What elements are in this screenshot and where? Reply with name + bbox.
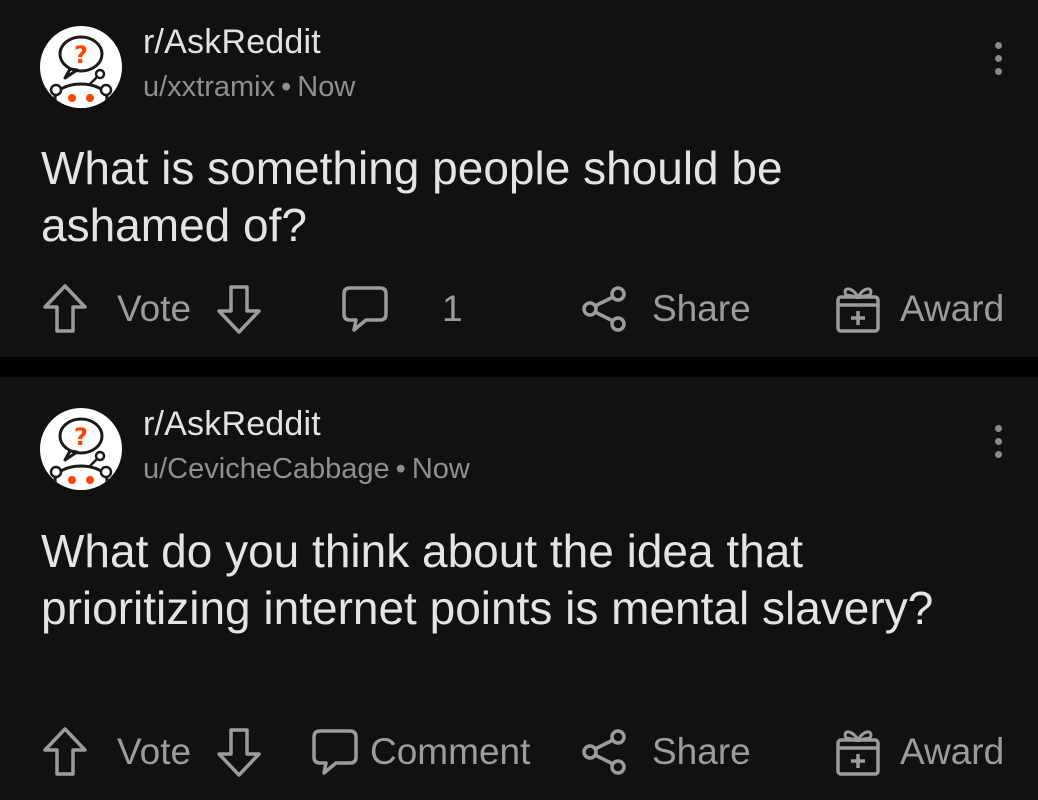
share-button[interactable]: Share: [580, 279, 751, 339]
award-label: Award: [900, 731, 1005, 772]
subreddit-name[interactable]: r/AskReddit: [143, 404, 470, 444]
post-title[interactable]: What do you think about the idea that pr…: [41, 523, 941, 637]
askreddit-snoo-icon[interactable]: ?: [40, 26, 122, 108]
askreddit-snoo-icon[interactable]: ?: [40, 408, 122, 490]
upvote-button[interactable]: [42, 279, 88, 339]
post-byline: u/CevicheCabbage • Now: [143, 452, 470, 486]
post-card[interactable]: ? r/AskReddit u/xxtramix • Now What is som…: [0, 0, 1038, 357]
post-action-bar: Vote Comment Share Award: [0, 722, 1038, 782]
more-vertical-icon: [994, 425, 1002, 432]
more-vertical-icon-dot: [994, 68, 1002, 75]
more-options-button[interactable]: [986, 42, 1010, 86]
upvote-button[interactable]: [42, 722, 88, 782]
comment-button[interactable]: [340, 279, 390, 339]
share-label: Share: [652, 731, 751, 772]
post-meta: r/AskReddit u/CevicheCabbage • Now: [143, 404, 470, 486]
svg-text:?: ?: [74, 41, 88, 69]
more-options-button[interactable]: [986, 425, 1010, 469]
username[interactable]: u/CevicheCabbage: [143, 453, 390, 485]
vote-count: Vote: [117, 731, 192, 772]
more-vertical-icon: [994, 42, 1002, 49]
downvote-button[interactable]: [216, 722, 262, 782]
post-divider: [0, 357, 1038, 377]
comment-button[interactable]: [310, 722, 360, 782]
post-byline: u/xxtramix • Now: [143, 70, 355, 104]
share-label: Share: [652, 288, 751, 329]
more-vertical-icon-dot: [994, 55, 1002, 62]
feed: ? r/AskReddit u/xxtramix • Now What is som…: [0, 0, 1038, 800]
arrow-down-icon: [217, 285, 261, 334]
award-label: Award: [900, 288, 1005, 329]
share-icon: [582, 286, 626, 332]
post-time: Now: [411, 453, 470, 485]
award-button[interactable]: Award: [834, 279, 1004, 339]
svg-text:?: ?: [74, 423, 88, 451]
comment-count[interactable]: 1: [442, 279, 463, 339]
comment-bubble-icon: [342, 286, 388, 332]
byline-separator: •: [395, 453, 406, 485]
award-button[interactable]: Award: [834, 722, 1004, 782]
arrow-down-icon: [217, 728, 261, 777]
gift-icon: [836, 730, 880, 776]
post-meta: r/AskReddit u/xxtramix • Now: [143, 22, 355, 104]
share-icon: [582, 729, 626, 775]
comment-label[interactable]: Comment: [370, 722, 530, 782]
arrow-up-icon: [43, 727, 87, 776]
more-vertical-icon-dot: [994, 451, 1002, 458]
username[interactable]: u/xxtramix: [143, 71, 275, 103]
share-button[interactable]: Share: [580, 722, 751, 782]
post-title[interactable]: What is something people should be asham…: [41, 140, 941, 254]
post-action-bar: Vote 1 Share Award: [0, 279, 1038, 339]
subreddit-name[interactable]: r/AskReddit: [143, 22, 355, 62]
downvote-button[interactable]: [216, 279, 262, 339]
gift-icon: [836, 287, 880, 333]
arrow-up-icon: [43, 284, 87, 333]
vote-count: Vote: [117, 288, 192, 329]
byline-separator: •: [281, 71, 292, 103]
comment-bubble-icon: [312, 729, 358, 775]
more-vertical-icon-dot: [994, 438, 1002, 445]
post-card[interactable]: ? r/AskReddit u/CevicheCabbage • Now What …: [0, 377, 1038, 800]
post-time: Now: [297, 71, 356, 103]
